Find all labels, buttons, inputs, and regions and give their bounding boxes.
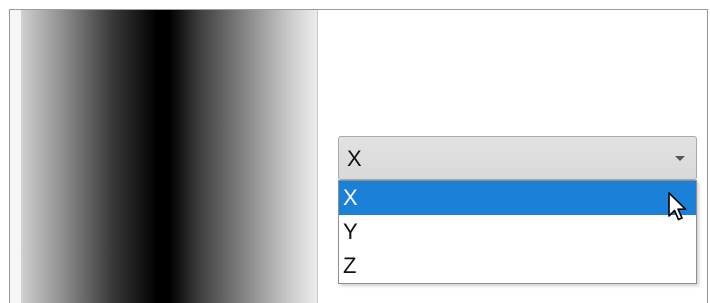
dropdown-list: X Y Z [338, 180, 697, 284]
chevron-down-icon[interactable] [675, 156, 685, 161]
dropdown-option-label: Z [343, 253, 357, 278]
dropdown-option-y[interactable]: Y [339, 215, 696, 249]
combobox-selected-value: X [347, 146, 362, 171]
axis-select-combobox[interactable]: X [338, 136, 697, 180]
gradient-preview-panel [10, 10, 318, 303]
dropdown-option-z[interactable]: Z [339, 249, 696, 283]
dropdown-option-label: X [343, 185, 358, 210]
preview-left-margin [10, 10, 21, 303]
dropdown-option-x[interactable]: X [339, 181, 696, 215]
mouse-pointer-icon [668, 192, 687, 221]
dropdown-option-label: Y [343, 219, 358, 244]
